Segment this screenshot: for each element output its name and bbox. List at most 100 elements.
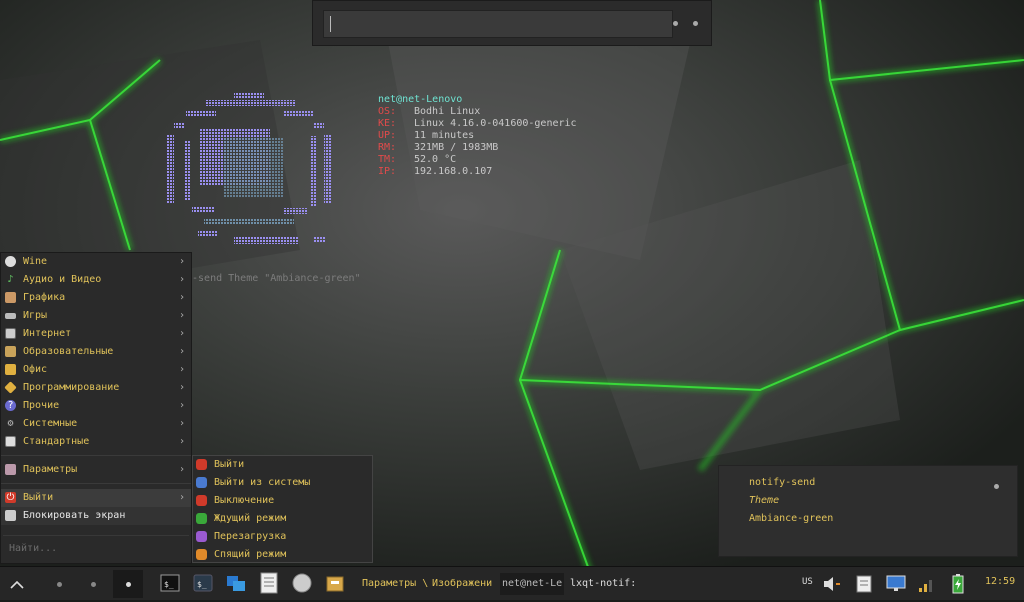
sysinfo-value: Linux 4.16.0-041600-generic	[414, 118, 577, 129]
menu-item-label: Блокировать экран	[23, 510, 126, 521]
close-dot-icon[interactable]	[994, 484, 999, 489]
svg-text:$_: $_	[164, 580, 174, 589]
menu-item-programming[interactable]: Программирование ›	[1, 379, 191, 397]
search-placeholder: Найти...	[9, 543, 58, 554]
sysinfo-key: IP:	[378, 166, 397, 177]
settings-icon	[5, 464, 16, 475]
menu-item-education[interactable]: Образовательные ›	[1, 343, 191, 361]
submenu-item-suspend[interactable]: Ждущий режим	[193, 510, 372, 528]
notification-popup[interactable]: notify-send Theme Ambiance-green	[718, 465, 1018, 557]
terminal-dark-icon[interactable]: $_	[193, 573, 213, 593]
system-info: net@net-Lenovo OS: Bodhi Linux KE: Linux 4…	[378, 94, 577, 178]
menu-item-office[interactable]: Офис ›	[1, 361, 191, 379]
task-settings[interactable]: Параметры \	[362, 573, 428, 595]
desktop-switch-1[interactable]	[44, 570, 74, 598]
menu-item-audio-video[interactable]: ♪ Аудио и Видео ›	[1, 271, 191, 289]
terminal-ghost-text: y-send Theme "Ambiance-green"	[186, 273, 361, 284]
submenu-item-logout[interactable]: Выйти из системы	[193, 474, 372, 492]
menu-item-label: Параметры	[23, 464, 78, 475]
sysinfo-value: 52.0 °C	[414, 154, 457, 165]
display-icon[interactable]	[885, 573, 907, 595]
chevron-right-icon: ›	[178, 418, 185, 429]
application-menu: Wine › ♪ Аудио и Видео › Графика › Игры …	[0, 252, 192, 564]
chevron-right-icon: ›	[178, 364, 185, 375]
menu-item-wine[interactable]: Wine ›	[1, 253, 191, 271]
menu-item-exit[interactable]: ⏻ Выйти ›	[1, 489, 191, 507]
sysinfo-value: 11 minutes	[414, 130, 475, 141]
browser-icon[interactable]	[292, 573, 312, 593]
menu-item-label: Образовательные	[23, 346, 114, 357]
sysinfo-value: 321MB / 1983MB	[414, 142, 499, 153]
menu-item-label: Игры	[23, 310, 48, 321]
submenu-item-label: Ждущий режим	[214, 513, 287, 524]
taskbar: $_ $_ Параметры \ Изображени net@net-Le …	[0, 566, 1024, 600]
submenu-item-reboot[interactable]: Перезагрузка	[193, 528, 372, 546]
menu-separator	[1, 483, 191, 484]
submenu-item-label: Спящий режим	[214, 549, 287, 560]
dot-icon	[91, 582, 96, 587]
network-signal-icon[interactable]	[914, 573, 936, 595]
submenu-item-hibernate[interactable]: Спящий режим	[193, 546, 372, 564]
other-icon: ?	[5, 400, 16, 411]
menu-item-label: Интернет	[23, 328, 72, 339]
text-caret	[330, 16, 331, 32]
education-icon	[5, 346, 16, 357]
chevron-up-icon	[10, 580, 24, 589]
task-terminal[interactable]: net@net-Le	[500, 573, 564, 595]
dot-icon[interactable]	[673, 21, 678, 26]
volume-icon[interactable]	[820, 573, 842, 595]
lock-icon	[5, 510, 16, 521]
menu-item-label: Выйти	[23, 492, 54, 503]
run-input[interactable]	[323, 10, 673, 38]
games-icon	[5, 313, 16, 319]
logout-icon	[196, 477, 207, 488]
menu-item-label: Офис	[23, 364, 48, 375]
reboot-icon	[196, 531, 207, 542]
menu-item-other[interactable]: ? Прочие ›	[1, 397, 191, 415]
battery-charging-icon[interactable]	[947, 573, 969, 595]
sysinfo-key: RM:	[378, 142, 397, 153]
chevron-right-icon: ›	[178, 310, 185, 321]
sysinfo-key: KE:	[378, 118, 397, 129]
desktop-switch-3[interactable]	[113, 570, 143, 598]
power-icon	[196, 459, 207, 470]
task-images[interactable]: Изображени	[432, 573, 496, 595]
main-menu-button[interactable]	[2, 570, 32, 598]
file-manager-icon[interactable]	[226, 573, 246, 593]
clock[interactable]: 12:59	[985, 576, 1015, 587]
menu-item-graphics[interactable]: Графика ›	[1, 289, 191, 307]
chevron-right-icon: ›	[178, 328, 185, 339]
dot-icon	[57, 582, 62, 587]
keyboard-layout-indicator[interactable]: US	[802, 577, 813, 587]
run-dialog	[312, 0, 712, 46]
menu-item-label: Прочие	[23, 400, 60, 411]
sysinfo-value: 192.168.0.107	[414, 166, 493, 177]
audio-video-icon: ♪	[7, 274, 14, 285]
dot-icon[interactable]	[693, 21, 698, 26]
archive-icon[interactable]	[325, 573, 345, 593]
desktop-switch-2[interactable]	[78, 570, 108, 598]
menu-item-system[interactable]: ⚙ Системные ›	[1, 415, 191, 433]
bodhi-ascii-logo	[166, 92, 332, 244]
text-editor-icon[interactable]	[259, 571, 279, 595]
suspend-icon	[196, 513, 207, 524]
submenu-item-exit[interactable]: Выйти	[193, 456, 372, 474]
menu-item-settings[interactable]: Параметры ›	[1, 461, 191, 479]
svg-text:$_: $_	[197, 580, 207, 589]
menu-item-label: Программирование	[23, 382, 120, 393]
menu-search-input[interactable]: Найти...	[3, 535, 189, 561]
menu-separator	[1, 455, 191, 456]
clipboard-icon[interactable]	[853, 573, 875, 595]
terminal-icon[interactable]: $_	[160, 573, 180, 593]
submenu-item-shutdown[interactable]: Выключение	[193, 492, 372, 510]
menu-item-lock-screen[interactable]: Блокировать экран	[1, 507, 191, 525]
menu-item-internet[interactable]: Интернет ›	[1, 325, 191, 343]
task-lxqt-notify[interactable]: lxqt-notif:	[570, 573, 640, 595]
submenu-item-label: Выключение	[214, 495, 275, 506]
chevron-right-icon: ›	[178, 274, 185, 285]
menu-item-games[interactable]: Игры ›	[1, 307, 191, 325]
chevron-right-icon: ›	[178, 492, 185, 503]
submenu-item-label: Выйти из системы	[214, 477, 311, 488]
menu-item-accessories[interactable]: Стандартные ›	[1, 433, 191, 451]
menu-item-label: Системные	[23, 418, 78, 429]
